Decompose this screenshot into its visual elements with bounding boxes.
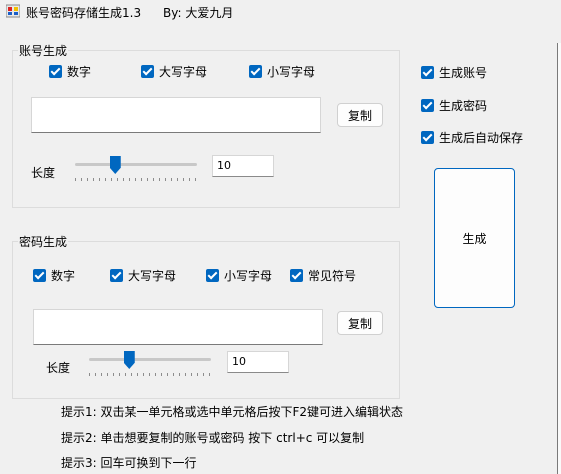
slider-tick <box>113 373 114 376</box>
slider-tick <box>159 178 160 181</box>
slider-tick <box>105 178 106 181</box>
account-copy-button[interactable]: 复制 <box>337 103 383 127</box>
window-title: 账号密码存储生成1.3 <box>26 6 142 20</box>
check-icon <box>33 269 46 282</box>
slider-tick <box>101 373 102 376</box>
check-icon <box>249 65 262 78</box>
slider-tick <box>119 373 120 376</box>
checkbox-label: 小写字母 <box>267 65 316 79</box>
account-length-input[interactable]: 10 <box>212 155 274 177</box>
slider-tick <box>95 373 96 376</box>
slider-tick <box>185 373 186 376</box>
slider-tick <box>153 178 154 181</box>
slider-tick <box>171 178 172 181</box>
checkbox-label: 数字 <box>67 65 92 79</box>
account-length-slider[interactable] <box>72 154 200 184</box>
slider-tick <box>155 373 156 376</box>
slider-tick <box>179 373 180 376</box>
slider-tick <box>117 178 118 181</box>
slider-tick <box>125 373 126 376</box>
check-icon <box>421 66 434 79</box>
hint-1: 提示1: 双击某一单元格或选中单元格后按下F2键可进入编辑状态 <box>61 405 404 419</box>
checkbox-label: 小写字母 <box>224 269 273 283</box>
slider-track <box>75 163 197 166</box>
slider-tick <box>209 373 210 376</box>
slider-tick <box>81 178 82 181</box>
check-icon <box>206 269 219 282</box>
slider-ticks <box>75 178 197 181</box>
account-digits-checkbox[interactable]: 数字 <box>49 63 91 80</box>
check-icon <box>110 269 123 282</box>
slider-tick <box>173 373 174 376</box>
slider-tick <box>191 373 192 376</box>
slider-tick <box>93 178 94 181</box>
option-generate-password-checkbox[interactable]: 生成密码 <box>421 97 487 114</box>
password-length-slider[interactable] <box>86 349 214 379</box>
check-icon <box>49 65 62 78</box>
slider-tick <box>149 373 150 376</box>
title-bar: 账号密码存储生成1.3 By: 大爱九月 <box>0 0 561 26</box>
slider-tick <box>129 178 130 181</box>
slider-tick <box>143 373 144 376</box>
slider-tick <box>161 373 162 376</box>
option-generate-account-checkbox[interactable]: 生成账号 <box>421 64 487 81</box>
password-length-input[interactable]: 10 <box>227 351 289 373</box>
slider-tick <box>195 178 196 181</box>
slider-tick <box>123 178 124 181</box>
slider-track <box>89 358 211 361</box>
password-uppercase-checkbox[interactable]: 大写字母 <box>110 267 176 284</box>
slider-tick <box>75 178 76 181</box>
slider-tick <box>197 373 198 376</box>
check-icon <box>141 65 154 78</box>
account-uppercase-checkbox[interactable]: 大写字母 <box>141 63 207 80</box>
checkbox-label: 常见符号 <box>308 269 357 283</box>
check-icon <box>290 269 303 282</box>
slider-tick <box>131 373 132 376</box>
slider-tick <box>183 178 184 181</box>
slider-thumb[interactable] <box>123 351 135 369</box>
slider-thumb[interactable] <box>109 156 121 174</box>
checkbox-label: 生成账号 <box>439 66 488 80</box>
check-icon <box>421 99 434 112</box>
password-output-field[interactable] <box>33 309 323 345</box>
check-icon <box>421 131 434 144</box>
account-output-field[interactable] <box>31 97 321 133</box>
slider-tick <box>189 178 190 181</box>
app-icon <box>6 4 20 18</box>
slider-tick <box>167 373 168 376</box>
slider-tick <box>177 178 178 181</box>
password-group-label: 密码生成 <box>18 233 69 250</box>
slider-tick <box>147 178 148 181</box>
password-digits-checkbox[interactable]: 数字 <box>33 267 75 284</box>
option-autosave-checkbox[interactable]: 生成后自动保存 <box>421 129 523 146</box>
slider-tick <box>107 373 108 376</box>
slider-tick <box>111 178 112 181</box>
slider-ticks <box>89 373 211 376</box>
slider-tick <box>203 373 204 376</box>
slider-tick <box>141 178 142 181</box>
generate-button[interactable]: 生成 <box>434 168 515 308</box>
checkbox-label: 数字 <box>51 269 76 283</box>
checkbox-label: 生成后自动保存 <box>439 131 524 145</box>
password-copy-button[interactable]: 复制 <box>337 311 383 335</box>
checkbox-label: 大写字母 <box>159 65 208 79</box>
slider-tick <box>99 178 100 181</box>
slider-tick <box>137 373 138 376</box>
password-symbols-checkbox[interactable]: 常见符号 <box>290 267 356 284</box>
slider-tick <box>89 373 90 376</box>
password-length-label: 长度 <box>46 361 71 375</box>
checkbox-label: 生成密码 <box>439 99 488 113</box>
password-lowercase-checkbox[interactable]: 小写字母 <box>206 267 272 284</box>
account-lowercase-checkbox[interactable]: 小写字母 <box>249 63 315 80</box>
window-author: By: 大爱九月 <box>163 6 234 20</box>
slider-tick <box>135 178 136 181</box>
hint-3: 提示3: 回车可换到下一行 <box>61 456 197 470</box>
slider-tick <box>87 178 88 181</box>
slider-tick <box>165 178 166 181</box>
hint-2: 提示2: 单击想要复制的账号或密码 按下 ctrl+c 可以复制 <box>61 431 365 445</box>
account-group-label: 账号生成 <box>18 42 69 59</box>
right-panel-edge <box>557 43 561 474</box>
checkbox-label: 大写字母 <box>128 269 177 283</box>
account-length-label: 长度 <box>31 166 56 180</box>
